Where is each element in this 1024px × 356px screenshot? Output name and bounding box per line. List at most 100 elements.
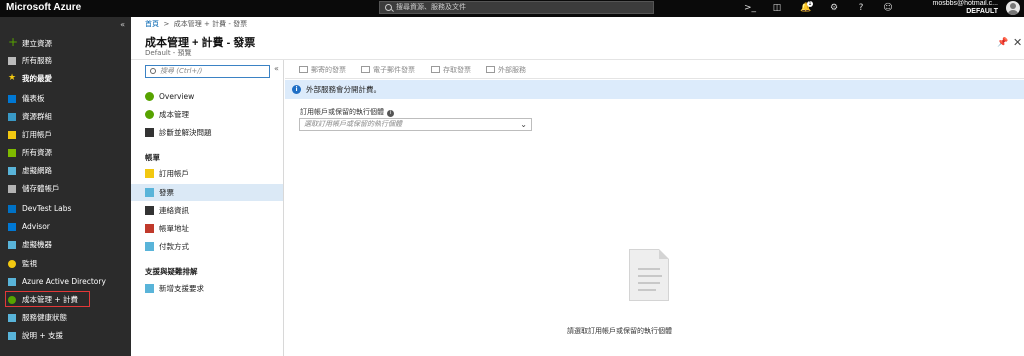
invoice-icon [145, 188, 154, 197]
page-subtitle: Default - 預覽 [145, 49, 192, 57]
sidebar-item[interactable]: 虛擬網路 [0, 162, 131, 179]
toolbar-button[interactable]: 存取發票 [431, 65, 471, 75]
sidebar-item[interactable]: 監視 [0, 255, 131, 272]
global-search-input[interactable]: 搜尋資源、服務及文件 [379, 1, 654, 14]
toolbar-button-label: 外部服務 [498, 66, 526, 74]
contact-icon [145, 206, 154, 215]
search-icon [385, 4, 392, 11]
cloud-shell-icon[interactable]: >_ [744, 2, 756, 14]
empty-state-message: 請選取訂用帳戶或保留的執行個體 [567, 327, 672, 335]
heart-icon [8, 314, 16, 322]
breadcrumb-home[interactable]: 首頁 [145, 20, 159, 28]
sidebar-item[interactable]: 儀表板 [0, 90, 131, 107]
sidebar-item-label: 虛擬網路 [22, 166, 52, 175]
list-icon [8, 57, 16, 65]
sidebar-item[interactable]: ★ 我的最愛 [0, 70, 131, 87]
dashboard-icon [8, 95, 16, 103]
resource-menu: 搜尋 (Ctrl+/) « Overview 成本管理診斷並解決問題帳單訂用帳戶發… [131, 60, 284, 356]
toolbar-button[interactable]: 電子郵件發票 [361, 65, 415, 75]
pin-icon[interactable]: 📌 [997, 38, 1008, 48]
section-billing: 帳單 [145, 153, 160, 162]
avatar[interactable] [1006, 1, 1020, 15]
home-icon [145, 224, 154, 233]
sidebar-item[interactable]: 說明 + 支援 [0, 327, 131, 344]
collapse-menu-icon[interactable]: « [274, 64, 279, 73]
sidebar-item[interactable]: 資源群組 [0, 108, 131, 125]
plus-icon: + [8, 35, 19, 49]
briefcase-icon [486, 66, 495, 73]
sidebar-item[interactable]: Advisor [0, 218, 131, 235]
breadcrumb-current: 成本管理 + 計費 - 發票 [173, 20, 248, 28]
top-bar: Microsoft Azure 搜尋資源、服務及文件 >_ ◫ 🔔 1 ⚙ ? ☺… [0, 0, 1024, 17]
toolbar-divider [285, 78, 1024, 79]
menu-item-label: 付款方式 [159, 242, 189, 251]
toolbar-button[interactable]: 外部服務 [486, 65, 526, 75]
sidebar-item-label: 服務健康狀態 [22, 313, 67, 322]
document-line [638, 275, 662, 277]
sidebar-item-label: Advisor [22, 222, 50, 231]
sidebar-item[interactable]: 訂用帳戶 [0, 126, 131, 143]
left-nav: « + 建立資源所有服務 ★ 我的最愛儀表板資源群組訂用帳戶 所有資源虛擬網路儲存體帳戶… [0, 17, 131, 356]
notifications-icon[interactable]: 🔔 1 [800, 1, 813, 14]
sidebar-item[interactable]: 虛擬機器 [0, 236, 131, 253]
subscription-dropdown-placeholder: 選取訂用帳戶或保留的執行個體 [304, 120, 402, 128]
sidebar-item[interactable]: DevTest Labs [0, 200, 131, 217]
menu-item[interactable]: 訂用帳戶 [131, 165, 283, 182]
help-icon[interactable]: ? [855, 2, 867, 14]
menu-item-label: 發票 [159, 188, 174, 197]
menu-item[interactable]: 診斷並解決問題 [131, 124, 283, 141]
gear-icon[interactable]: ⚙ [828, 2, 840, 14]
sidebar-item-label: 我的最愛 [22, 74, 52, 83]
menu-item-label: 成本管理 [159, 110, 189, 119]
account-directory: DEFAULT [966, 8, 998, 15]
directory-filter-icon[interactable]: ◫ [771, 2, 783, 14]
menu-item[interactable]: 新增支援要求 [131, 280, 283, 297]
menu-item-label: 訂用帳戶 [159, 169, 189, 178]
sidebar-item[interactable]: + 建立資源 [0, 35, 131, 52]
devtest-icon [8, 205, 16, 213]
sidebar-item-label: 虛擬機器 [22, 240, 52, 249]
subscription-dropdown[interactable]: 選取訂用帳戶或保留的執行個體 ⌄ [299, 118, 532, 131]
sidebar-item-label: Azure Active Directory [22, 277, 106, 286]
info-text: 外部服務會分開計費。 [306, 85, 381, 94]
menu-item[interactable]: 連絡資訊 [131, 202, 283, 219]
menu-item[interactable]: 付款方式 [131, 238, 283, 255]
info-icon: i [292, 85, 301, 94]
info-banner: i 外部服務會分開計費。 [285, 80, 1024, 99]
sidebar-item[interactable]: 儲存體帳戶 [0, 180, 131, 197]
sidebar-item[interactable]: Azure Active Directory [0, 273, 131, 290]
info-tooltip-icon[interactable]: i [387, 110, 394, 117]
menu-item[interactable]: 發票 [131, 184, 283, 201]
cost-management-icon [145, 110, 154, 119]
menu-item[interactable]: 成本管理 [131, 106, 283, 123]
chevron-down-icon: ⌄ [520, 120, 527, 129]
sidebar-item[interactable]: 服務健康狀態 [0, 309, 131, 326]
brand-title[interactable]: Microsoft Azure [6, 2, 81, 13]
account-name: mosbbs@hotmail.c... [932, 0, 998, 7]
menu-search-input[interactable]: 搜尋 (Ctrl+/) [145, 65, 270, 78]
toolbar-button[interactable]: 郵寄的發票 [299, 65, 346, 75]
sidebar-item-label: 建立資源 [22, 39, 52, 48]
sidebar-item-label: 所有服務 [22, 56, 52, 65]
menu-item-label: 帳單地址 [159, 224, 189, 233]
breadcrumb-separator: > [161, 20, 174, 28]
sidebar-item-label: 資源群組 [22, 112, 52, 121]
menu-item[interactable]: 帳單地址 [131, 220, 283, 237]
document-line [638, 282, 660, 284]
aad-icon [8, 278, 16, 286]
resource-group-icon [8, 113, 16, 121]
collapse-nav-icon[interactable]: « [120, 20, 125, 29]
sidebar-item[interactable]: 所有服務 [0, 52, 131, 69]
breadcrumb: 首頁 > 成本管理 + 計費 - 發票 [145, 19, 247, 29]
storage-icon [8, 185, 16, 193]
cost-management-highlight [5, 291, 90, 307]
notification-badge: 1 [807, 1, 813, 7]
account-menu[interactable]: mosbbs@hotmail.c... DEFAULT [933, 0, 998, 16]
sidebar-item[interactable]: 所有資源 [0, 144, 131, 161]
close-icon[interactable]: ✕ [1013, 36, 1022, 49]
menu-item[interactable]: Overview [131, 88, 283, 105]
document-line [638, 268, 660, 270]
feedback-smiley-icon[interactable]: ☺ [882, 2, 894, 14]
help-icon [8, 332, 16, 340]
star-icon: ★ [8, 73, 17, 83]
